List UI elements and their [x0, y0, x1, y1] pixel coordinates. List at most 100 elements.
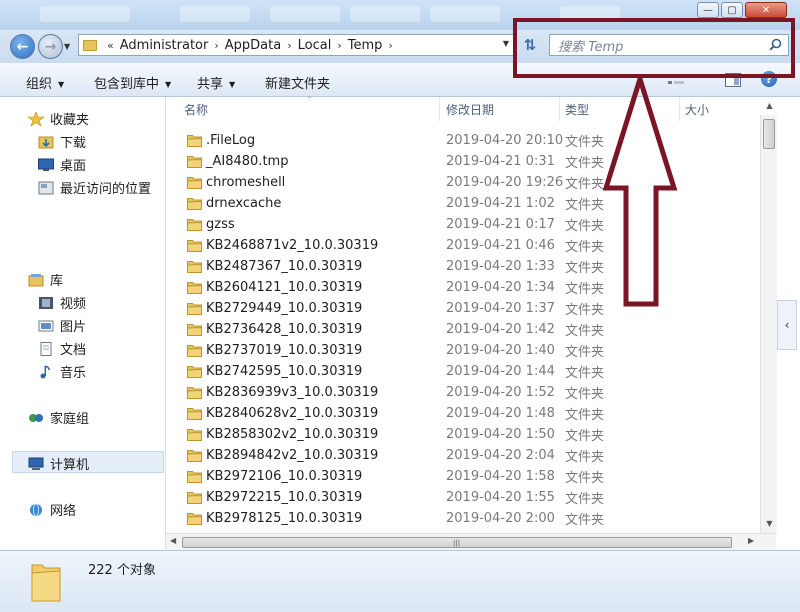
- column-header-type[interactable]: 类型: [565, 97, 589, 121]
- file-row[interactable]: KB2736428_10.0.30319 2019-04-20 1:42 文件夹: [166, 319, 760, 340]
- nav-homegroup[interactable]: 家庭组: [28, 408, 89, 427]
- new-folder-button[interactable]: 新建文件夹: [265, 73, 330, 92]
- object-count: 222 个对象: [88, 563, 156, 578]
- file-type: 文件夹: [565, 156, 605, 171]
- file-type: 文件夹: [565, 198, 605, 213]
- folder-icon: [187, 135, 202, 147]
- scroll-grip-icon: |||: [453, 539, 461, 547]
- nav-music[interactable]: 音乐: [38, 362, 86, 381]
- breadcrumb-temp[interactable]: Temp: [348, 38, 383, 53]
- breadcrumb-separator-icon[interactable]: ›: [214, 39, 218, 52]
- file-row[interactable]: KB2972106_10.0.30319 2019-04-20 1:58 文件夹: [166, 466, 760, 487]
- file-row[interactable]: KB2840628v2_10.0.30319 2019-04-20 1:48 文件夹: [166, 403, 760, 424]
- nav-downloads[interactable]: 下载: [38, 132, 86, 151]
- nav-network-label: 网络: [50, 504, 77, 519]
- column-divider[interactable]: [439, 97, 440, 121]
- scroll-down-icon[interactable]: ▼: [761, 519, 778, 531]
- star-icon: [28, 111, 44, 126]
- breadcrumb-separator-icon[interactable]: ›: [287, 39, 291, 52]
- nav-recent-label: 最近访问的位置: [60, 182, 152, 197]
- blurred-tab: [180, 6, 250, 22]
- file-name: KB2604121_10.0.30319: [206, 280, 363, 295]
- back-button[interactable]: ←: [10, 34, 35, 59]
- nav-libraries[interactable]: 库: [28, 270, 63, 289]
- breadcrumb-separator-icon[interactable]: ›: [388, 39, 392, 52]
- file-row[interactable]: KB2978125_10.0.30319 2019-04-20 2:00 文件夹: [166, 508, 760, 529]
- nav-computer[interactable]: 计算机: [28, 454, 89, 473]
- file-date: 2019-04-20 19:26: [446, 175, 564, 190]
- folder-icon: [83, 39, 97, 51]
- file-date: 2019-04-21 0:31: [446, 154, 555, 169]
- file-date: 2019-04-21 1:02: [446, 196, 555, 211]
- breadcrumb-administrator[interactable]: Administrator: [120, 38, 209, 53]
- maximize-button[interactable]: ▢: [721, 2, 743, 18]
- scroll-up-icon[interactable]: ▲: [761, 101, 778, 113]
- folder-icon: [187, 240, 202, 252]
- nav-desktop[interactable]: 桌面: [38, 155, 86, 174]
- file-type: 文件夹: [565, 219, 605, 234]
- breadcrumb-separator-icon[interactable]: ›: [337, 39, 341, 52]
- nav-downloads-label: 下载: [60, 136, 87, 151]
- nav-network[interactable]: 网络: [28, 500, 76, 519]
- breadcrumb-appdata[interactable]: AppData: [225, 38, 281, 53]
- nav-documents[interactable]: 文档: [38, 339, 86, 358]
- document-icon: [40, 341, 52, 356]
- file-row[interactable]: KB2742595_10.0.30319 2019-04-20 1:44 文件夹: [166, 361, 760, 382]
- file-date: 2019-04-20 1:40: [446, 343, 555, 358]
- file-date: 2019-04-20 1:55: [446, 490, 555, 505]
- file-name: chromeshell: [206, 175, 286, 190]
- column-divider[interactable]: [559, 97, 560, 121]
- breadcrumb-local[interactable]: Local: [298, 38, 332, 53]
- recent-pages-dropdown-icon[interactable]: ▼: [64, 42, 70, 51]
- column-header-name[interactable]: 名称: [184, 97, 208, 121]
- folder-icon: [187, 303, 202, 315]
- blurred-tab: [270, 6, 340, 22]
- vertical-scroll-thumb[interactable]: [763, 119, 775, 149]
- file-name: KB2737019_10.0.30319: [206, 343, 363, 358]
- column-name-label: 名称: [184, 102, 209, 117]
- file-name: KB2894842v2_10.0.30319: [206, 448, 379, 463]
- file-name: gzss: [206, 217, 235, 232]
- nav-pictures-label: 图片: [60, 320, 87, 335]
- chevron-down-icon[interactable]: ▼: [503, 39, 509, 48]
- horizontal-scroll-thumb[interactable]: |||: [182, 537, 732, 548]
- file-type: 文件夹: [565, 471, 605, 486]
- file-row[interactable]: KB2836939v3_10.0.30319 2019-04-20 1:52 文件夹: [166, 382, 760, 403]
- file-name: KB2858302v2_10.0.30319: [206, 427, 379, 442]
- vertical-scrollbar[interactable]: ▲ ▼: [760, 101, 778, 533]
- chevron-down-icon: ▼: [165, 80, 172, 89]
- collapse-pane-button[interactable]: ‹: [777, 300, 797, 350]
- forward-button[interactable]: →: [38, 34, 63, 59]
- nav-favorites[interactable]: 收藏夹: [28, 109, 89, 128]
- file-name: KB2742595_10.0.30319: [206, 364, 363, 379]
- file-row[interactable]: KB2972215_10.0.30319 2019-04-20 1:55 文件夹: [166, 487, 760, 508]
- folder-icon: [187, 156, 202, 168]
- blurred-tab: [40, 6, 130, 22]
- breadcrumb-overflow[interactable]: «: [107, 39, 114, 52]
- address-bar[interactable]: « Administrator › AppData › Local › Temp…: [78, 34, 514, 56]
- minimize-button[interactable]: —: [697, 2, 719, 18]
- file-type: 文件夹: [565, 282, 605, 297]
- organize-menu[interactable]: 组织 ▼: [26, 73, 64, 92]
- file-name: KB2729449_10.0.30319: [206, 301, 363, 316]
- share-menu[interactable]: 共享 ▼: [197, 73, 235, 92]
- file-type: 文件夹: [565, 324, 605, 339]
- nav-videos[interactable]: 视频: [38, 293, 86, 312]
- nav-pictures[interactable]: 图片: [38, 316, 86, 335]
- scroll-right-icon[interactable]: ▶: [748, 536, 754, 545]
- include-in-library-menu[interactable]: 包含到库中 ▼: [94, 73, 171, 92]
- file-type: 文件夹: [565, 345, 605, 360]
- network-icon: [30, 503, 42, 516]
- file-row[interactable]: KB2858302v2_10.0.30319 2019-04-20 1:50 文件夹: [166, 424, 760, 445]
- file-row[interactable]: KB2894842v2_10.0.30319 2019-04-20 2:04 文件夹: [166, 445, 760, 466]
- scroll-left-icon[interactable]: ◀: [170, 536, 176, 545]
- close-button[interactable]: ✕: [745, 2, 787, 18]
- file-type: 文件夹: [565, 135, 605, 150]
- nav-recent-places[interactable]: 最近访问的位置: [38, 178, 151, 197]
- horizontal-scrollbar[interactable]: ◀ ||| ▶: [166, 533, 776, 550]
- file-name: KB2487367_10.0.30319: [206, 259, 363, 274]
- file-row[interactable]: KB2737019_10.0.30319 2019-04-20 1:40 文件夹: [166, 340, 760, 361]
- column-header-size[interactable]: 大小: [685, 97, 709, 121]
- file-type: 文件夹: [565, 450, 605, 465]
- column-header-date[interactable]: 修改日期: [446, 97, 494, 121]
